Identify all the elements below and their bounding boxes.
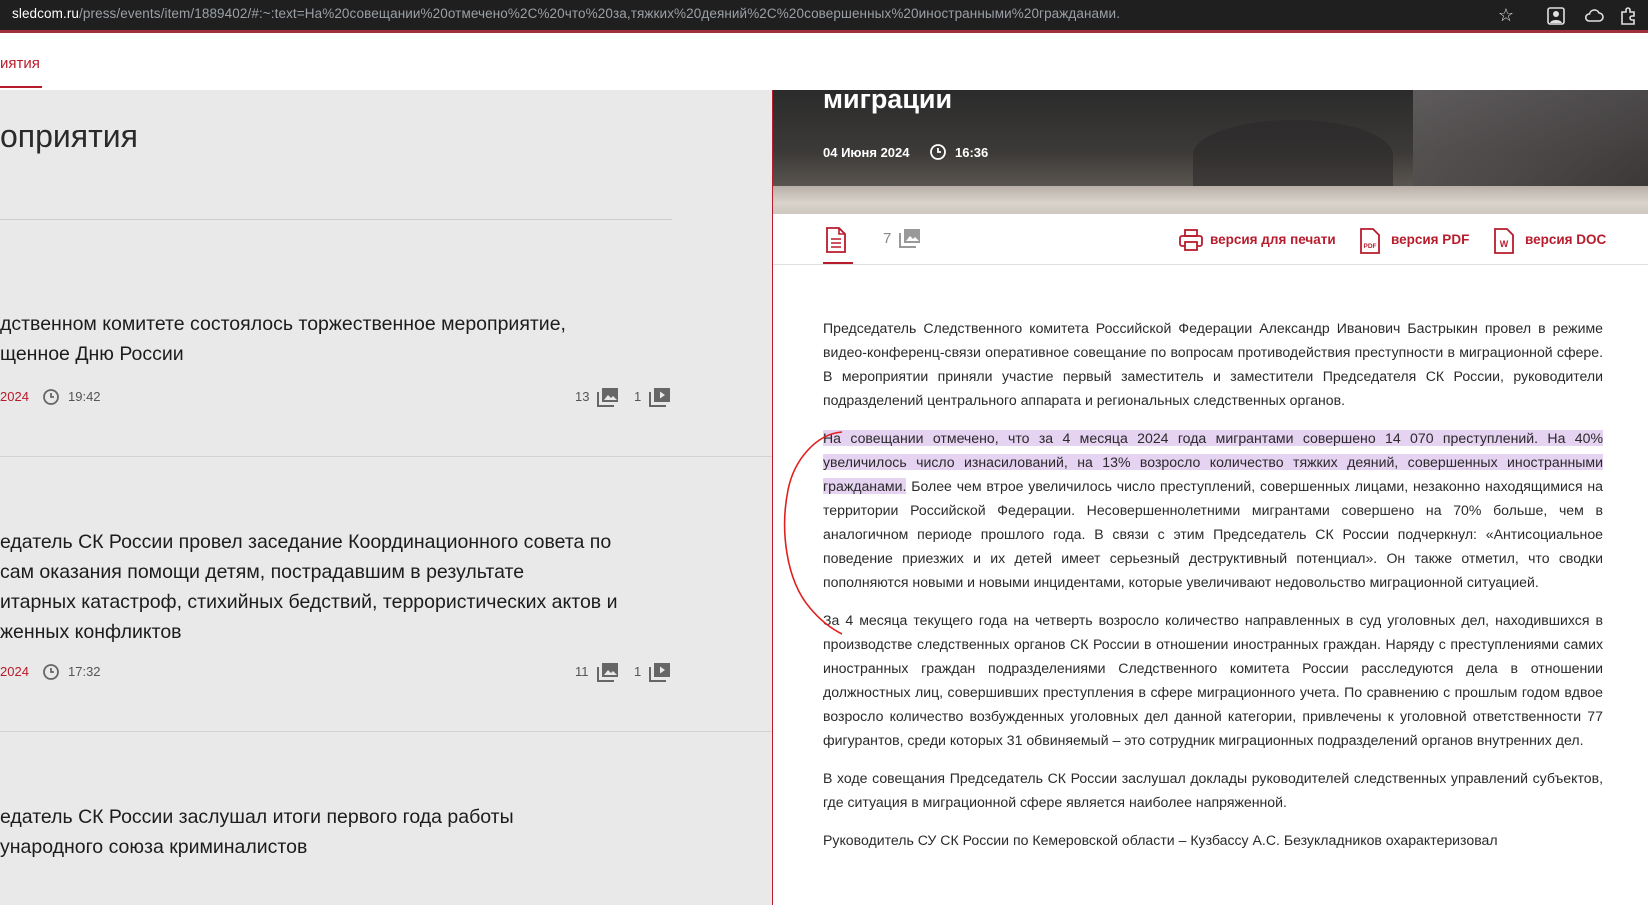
pdf-file-icon: PDF <box>1360 228 1380 254</box>
photo-gallery-icon[interactable] <box>597 662 619 682</box>
article-hero-image: миграции 04 Июня 2024 16:36 <box>773 90 1648 214</box>
clock-icon <box>43 389 59 405</box>
event-date: 2024 <box>0 389 29 404</box>
pdf-version-link[interactable]: PDF версия PDF <box>1359 228 1470 254</box>
article-panel: миграции 04 Июня 2024 16:36 7 версия для… <box>772 90 1648 905</box>
svg-text:W: W <box>1500 239 1509 249</box>
article-time: 16:36 <box>955 145 989 160</box>
article-body: Председатель Следственного комитета Росс… <box>823 316 1603 866</box>
event-item[interactable]: едатель СК России провел заседание Коорд… <box>0 527 672 647</box>
event-time: 17:32 <box>68 664 101 679</box>
event-meta: 2024 19:42 13 1 <box>0 387 672 407</box>
event-item[interactable]: дственном комитете состоялось торжествен… <box>0 309 672 369</box>
event-meta: 2024 17:32 11 1 <box>0 662 672 682</box>
print-version-link[interactable]: версия для печати <box>1178 228 1338 252</box>
browser-url-bar[interactable]: sledcom.ru/press/events/item/1889402/#:~… <box>0 0 1648 33</box>
event-title[interactable]: дственном комитете состоялось торжествен… <box>0 309 672 369</box>
event-time: 19:42 <box>68 389 101 404</box>
article-paragraph: В ходе совещания Председатель СК России … <box>823 770 1603 810</box>
video-count: 1 <box>634 389 642 404</box>
article-paragraph: На совещании отмечено, что за 4 месяца 2… <box>823 430 1603 590</box>
document-tab-icon[interactable] <box>825 227 847 253</box>
photo-gallery-icon[interactable] <box>597 387 619 407</box>
page-title: оприятия <box>0 118 138 154</box>
photo-count: 13 <box>575 389 590 404</box>
extension-avatar-icon[interactable] <box>1546 6 1566 26</box>
events-list-panel: оприятия дственном комитете состоялось т… <box>0 90 772 905</box>
svg-text:PDF: PDF <box>1364 243 1377 250</box>
bookmark-star-icon[interactable]: ☆ <box>1496 5 1516 25</box>
doc-version-link[interactable]: W версия DOC <box>1493 228 1613 254</box>
url-text[interactable]: sledcom.ru/press/events/item/1889402/#:~… <box>12 6 1120 21</box>
divider <box>0 219 672 220</box>
event-title[interactable]: едатель СК России провел заседание Коорд… <box>0 527 672 647</box>
doc-version-label: версия DOC <box>1525 232 1607 247</box>
site-header: иятия <box>0 36 1648 90</box>
divider <box>0 731 772 732</box>
printer-icon <box>1179 229 1203 251</box>
extension-cloud-icon[interactable] <box>1584 6 1604 26</box>
extensions-puzzle-icon[interactable] <box>1618 6 1638 26</box>
divider <box>0 456 772 457</box>
clock-icon <box>43 664 59 680</box>
article-tabs: 7 версия для печати PDF версия PDF W вер… <box>773 214 1648 265</box>
article-paragraph: За 4 месяца текущего года на четверть во… <box>823 612 1603 748</box>
print-version-label: версия для печати <box>1210 232 1336 247</box>
clock-icon <box>930 144 946 160</box>
nav-item-events[interactable]: иятия <box>0 55 40 72</box>
article-paragraph: Председатель Следственного комитета Росс… <box>823 320 1603 408</box>
nav-active-underline <box>0 86 42 88</box>
video-count: 1 <box>634 664 642 679</box>
photo-tab-count[interactable]: 7 <box>883 230 891 247</box>
article-paragraph: Руководитель СУ СК России по Кемеровской… <box>823 832 1498 848</box>
article-title: миграции <box>823 90 953 114</box>
doc-file-icon: W <box>1494 228 1514 254</box>
article-date: 04 Июня 2024 <box>823 145 910 160</box>
video-gallery-icon[interactable] <box>649 387 671 407</box>
video-gallery-icon[interactable] <box>649 662 671 682</box>
pdf-version-label: версия PDF <box>1391 232 1470 247</box>
photo-gallery-icon[interactable] <box>899 228 921 248</box>
active-tab-underline <box>823 262 853 264</box>
event-title[interactable]: едатель СК России заслушал итоги первого… <box>0 802 672 862</box>
url-domain: sledcom.ru <box>12 6 80 21</box>
event-item[interactable]: едатель СК России заслушал итоги первого… <box>0 802 672 862</box>
event-date: 2024 <box>0 664 29 679</box>
url-path: /press/events/item/1889402/#:~:text=На%2… <box>79 6 1121 21</box>
photo-count: 11 <box>575 664 589 679</box>
